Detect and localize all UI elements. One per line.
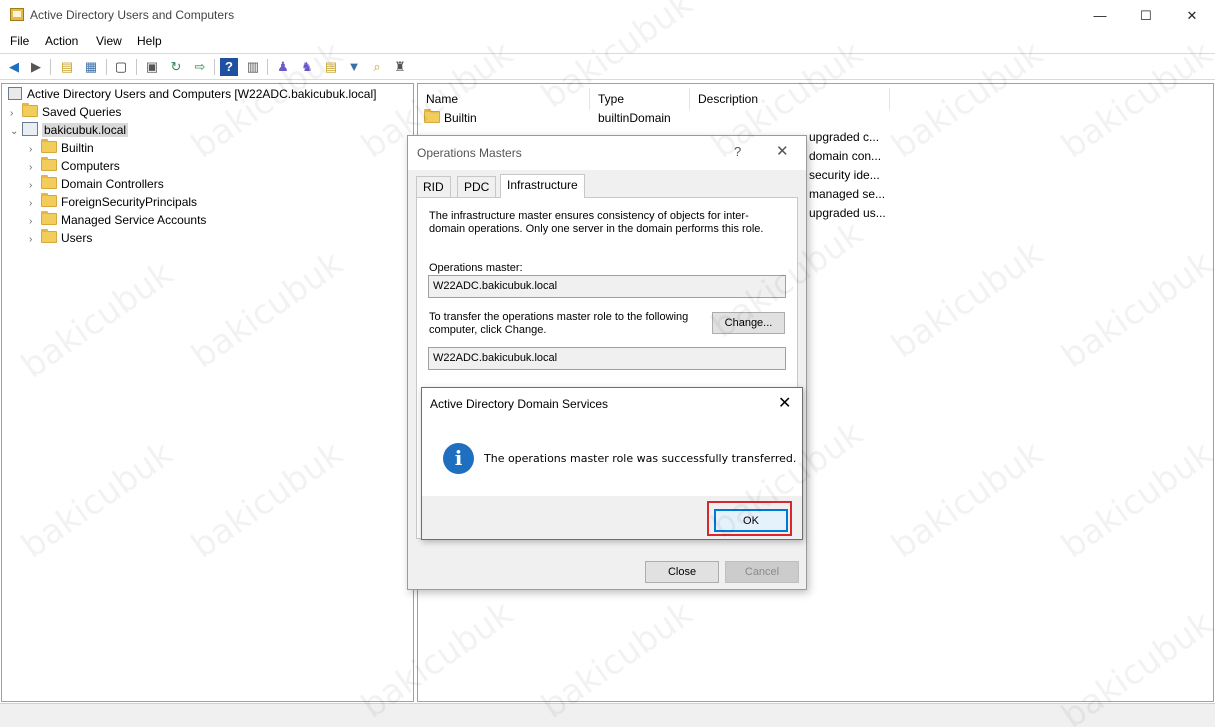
- new-user-icon[interactable]: ♟: [274, 58, 292, 76]
- add-to-group-icon[interactable]: ♜: [391, 58, 409, 76]
- tree-item-label: bakicubuk.local: [42, 123, 129, 137]
- tree-root[interactable]: Active Directory Users and Computers [W2…: [8, 85, 376, 103]
- dialog-title: Operations Masters: [417, 146, 522, 160]
- refresh-icon[interactable]: ↻: [167, 58, 185, 76]
- tab-infrastructure[interactable]: Infrastructure: [500, 174, 585, 198]
- message-box-footer: OK: [422, 496, 802, 539]
- list-item[interactable]: Builtin: [424, 109, 477, 128]
- dialog-title-bar: Operations Masters ? ✕: [408, 136, 806, 170]
- target-server-field[interactable]: W22ADC.bakicubuk.local: [428, 347, 786, 370]
- column-header-type[interactable]: Type: [590, 88, 690, 110]
- tree-item-label: Users: [61, 231, 93, 245]
- column-header-description[interactable]: Description: [690, 88, 890, 110]
- folder-icon: [41, 229, 57, 243]
- toolbar-separator: [214, 59, 215, 75]
- ok-button[interactable]: OK: [714, 509, 788, 532]
- filter-icon[interactable]: ▼: [345, 58, 363, 76]
- folder-icon: [41, 157, 57, 171]
- find-icon[interactable]: ⌕: [368, 58, 386, 76]
- tree-item-domain[interactable]: ⌄ bakicubuk.local: [10, 121, 129, 141]
- minimize-button[interactable]: —: [1077, 0, 1123, 31]
- tree-item-label: ForeignSecurityPrincipals: [61, 195, 198, 209]
- menu-action[interactable]: Action: [45, 34, 78, 48]
- folder-icon: [41, 193, 57, 207]
- tree-item-computers[interactable]: › Computers: [29, 157, 120, 175]
- help-icon[interactable]: ?: [220, 58, 238, 76]
- tree-item-label: Managed Service Accounts: [61, 213, 207, 227]
- list-item-name: Builtin: [444, 111, 477, 125]
- dialog-close-button[interactable]: ✕: [776, 142, 789, 160]
- info-icon: i: [443, 443, 474, 474]
- list-item-description: security ide...: [809, 168, 880, 182]
- role-description: The infrastructure master ensures consis…: [429, 210, 764, 235]
- tree-item-label: Computers: [61, 159, 120, 173]
- list-item-description: managed se...: [809, 187, 886, 201]
- tree-item-users[interactable]: › Users: [29, 229, 92, 247]
- title-bar: Active Directory Users and Computers — ☐…: [0, 0, 1215, 31]
- console-tree: Active Directory Users and Computers [W2…: [1, 83, 414, 702]
- change-button[interactable]: Change...: [712, 312, 785, 334]
- folder-icon: [424, 109, 440, 123]
- success-message-box: Active Directory Domain Services ✕ i The…: [421, 387, 803, 540]
- ou-folder-icon: [41, 175, 57, 189]
- folder-icon: [41, 211, 57, 225]
- chevron-down-icon[interactable]: ⌄: [10, 123, 22, 141]
- cancel-button[interactable]: Cancel: [725, 561, 799, 583]
- tree-item-saved-queries[interactable]: › Saved Queries: [10, 103, 121, 121]
- new-ou-icon[interactable]: ▤: [322, 58, 340, 76]
- domain-icon: [22, 122, 38, 136]
- tree-item-managed-service-accounts[interactable]: › Managed Service Accounts: [29, 211, 206, 229]
- tree-item-label: Domain Controllers: [61, 177, 164, 191]
- toolbar-separator: [50, 59, 51, 75]
- new-group-icon[interactable]: ♞: [298, 58, 316, 76]
- help-button[interactable]: ?: [734, 144, 741, 159]
- ops-master-label: Operations master:: [429, 262, 523, 274]
- tree-item-domain-controllers[interactable]: › Domain Controllers: [29, 175, 164, 193]
- list-item-description: upgraded us...: [809, 206, 886, 220]
- column-header-name[interactable]: Name: [418, 88, 590, 110]
- list-item-description: domain con...: [809, 149, 882, 163]
- message-box-title: Active Directory Domain Services: [430, 397, 609, 411]
- aduc-root-icon: [8, 87, 22, 100]
- menu-help[interactable]: Help: [137, 34, 162, 48]
- show-hide-tree-icon[interactable]: ▦: [82, 58, 100, 76]
- menu-bar: File Action View Help: [0, 31, 1215, 53]
- folder-icon: [41, 139, 57, 153]
- tab-rid[interactable]: RID: [416, 176, 451, 197]
- tree-item-builtin[interactable]: › Builtin: [29, 139, 94, 157]
- maximize-button[interactable]: ☐: [1123, 0, 1169, 31]
- tree-root-label: Active Directory Users and Computers [W2…: [27, 87, 377, 101]
- close-button[interactable]: Close: [645, 561, 719, 583]
- menu-view[interactable]: View: [96, 34, 122, 48]
- list-item-type: builtinDomain: [598, 111, 671, 125]
- list-item-description: upgraded c...: [809, 130, 880, 144]
- toolbar-separator: [106, 59, 107, 75]
- clipboard-icon[interactable]: ▢: [112, 58, 130, 76]
- up-folder-icon[interactable]: ▤: [58, 58, 76, 76]
- tree-item-label: Saved Queries: [42, 105, 122, 119]
- message-box-close-button[interactable]: ✕: [778, 393, 791, 413]
- aduc-app-icon: [10, 8, 24, 21]
- status-bar: [0, 703, 1215, 727]
- back-icon[interactable]: ◀: [5, 58, 23, 76]
- folder-icon: [22, 103, 38, 117]
- transfer-instructions: To transfer the operations master role t…: [429, 311, 689, 336]
- toolbar-separator: [267, 59, 268, 75]
- forward-icon[interactable]: ▶: [27, 58, 45, 76]
- menu-file[interactable]: File: [10, 34, 29, 48]
- toolbar-separator: [136, 59, 137, 75]
- export-list-icon[interactable]: ⇨: [191, 58, 209, 76]
- tree-item-label: Builtin: [61, 141, 94, 155]
- window-title: Active Directory Users and Computers: [30, 8, 235, 22]
- ops-master-field[interactable]: W22ADC.bakicubuk.local: [428, 275, 786, 298]
- tree-item-foreign-security-principals[interactable]: › ForeignSecurityPrincipals: [29, 193, 197, 211]
- message-text: The operations master role was successfu…: [484, 452, 797, 465]
- properties-icon[interactable]: ▣: [143, 58, 161, 76]
- console-icon[interactable]: ▥: [244, 58, 262, 76]
- chevron-right-icon[interactable]: ›: [29, 231, 41, 249]
- close-window-button[interactable]: ✕: [1169, 0, 1215, 31]
- toolbar: ◀ ▶ ▤ ▦ ▢ ▣ ↻ ⇨ ? ▥ ♟ ♞ ▤ ▼ ⌕ ♜: [0, 53, 1215, 80]
- tab-pdc[interactable]: PDC: [457, 176, 497, 197]
